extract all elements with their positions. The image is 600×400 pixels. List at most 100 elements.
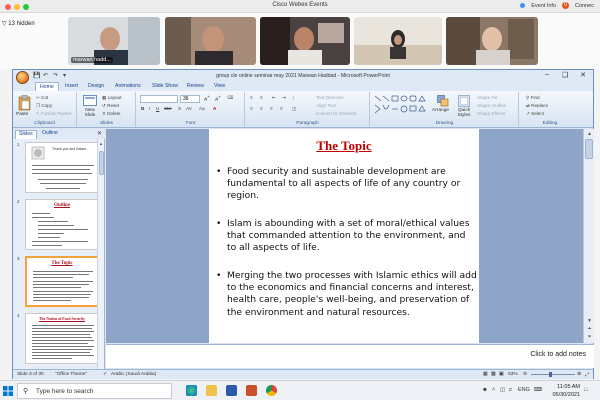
increase-indent-icon[interactable]: ⇥ (282, 95, 286, 101)
convert-smartart-button[interactable]: Convert to SmartArt (316, 111, 357, 116)
shape-effects-button[interactable]: Shape Effects (477, 111, 506, 116)
zoom-slider[interactable] (531, 374, 575, 375)
tab-slide-show[interactable]: Slide Show (152, 83, 178, 89)
fit-to-window-icon[interactable]: ⤢ (585, 372, 589, 378)
tab-insert[interactable]: Insert (65, 83, 78, 89)
event-info-button[interactable]: Event Info (531, 3, 556, 9)
tab-view[interactable]: View (214, 83, 225, 89)
zoom-slider-thumb[interactable] (549, 372, 552, 377)
quick-styles-button[interactable]: Quick Styles (455, 108, 473, 118)
office-button[interactable] (16, 71, 29, 84)
find-button[interactable]: ⚲ Find (526, 95, 540, 101)
restore-icon[interactable]: ❑ (557, 71, 573, 79)
windows-start-icon[interactable] (3, 386, 13, 396)
chrome-icon[interactable] (266, 385, 277, 396)
justify-icon[interactable]: ≡ (280, 106, 283, 111)
scroll-up-icon[interactable]: ▲ (585, 130, 594, 138)
format-painter-button[interactable]: ✎ Format Painter (36, 111, 72, 117)
notification-badge[interactable]: 0 (562, 2, 570, 9)
copy-button[interactable]: ❐ Copy (36, 103, 52, 109)
store-icon[interactable] (226, 385, 237, 396)
decrease-indent-icon[interactable]: ⇤ (272, 95, 276, 101)
bullets-icon[interactable]: ≡ (250, 95, 253, 100)
paste-icon[interactable] (18, 95, 32, 111)
paste-button[interactable]: Paste (16, 112, 28, 117)
normal-view-icon[interactable]: ▦ (483, 372, 488, 377)
file-explorer-icon[interactable] (206, 385, 217, 396)
scroll-up-icon[interactable]: ▲ (99, 141, 104, 146)
select-button[interactable]: ↗ Select (526, 111, 544, 117)
participant-tile[interactable] (260, 17, 350, 65)
notifications-icon[interactable]: □ (584, 387, 587, 393)
quick-styles-icon[interactable] (458, 95, 470, 107)
notes-placeholder[interactable]: Click to add notes (530, 351, 586, 358)
network-icon[interactable]: ◫ (500, 387, 505, 393)
slide-scrollbar[interactable]: ▲ ▼ ⏶ ⏷ (583, 129, 594, 343)
next-slide-icon[interactable]: ⏷ (585, 333, 594, 341)
language-indicator[interactable]: ENG (518, 387, 530, 393)
panel-scrollbar[interactable]: ▲ (97, 139, 104, 369)
layout-button[interactable]: ▦ Layout (102, 95, 121, 101)
delete-slide-button[interactable]: ✕ Delete (102, 111, 120, 117)
language-indicator[interactable]: Arabic (Saudi Arabia) (111, 372, 156, 377)
arrange-button[interactable]: Arrange (432, 108, 449, 113)
close-icon[interactable]: ✕ (575, 71, 591, 79)
slide-bullet[interactable]: • Islam is abounding with a set of moral… (216, 218, 478, 268)
close-panel-icon[interactable]: ✕ (97, 130, 102, 137)
columns-icon[interactable]: ◫ (292, 106, 296, 112)
panel-scroll-thumb[interactable] (99, 151, 104, 175)
participant-tile[interactable] (354, 17, 442, 65)
slide-bullet[interactable]: • Food security and sustainable developm… (216, 166, 478, 216)
underline-button[interactable]: U (156, 106, 159, 111)
participant-tile[interactable] (446, 17, 538, 65)
sorter-view-icon[interactable]: ▩ (491, 372, 496, 377)
clear-formatting-icon[interactable]: ⌫ (227, 95, 234, 101)
spacing-icon[interactable]: AV (186, 106, 192, 111)
align-text-button[interactable]: Align Text (316, 103, 336, 108)
powerpoint-taskbar-icon[interactable] (246, 385, 257, 396)
align-right-icon[interactable]: ≡ (270, 106, 273, 111)
slide-scroll-thumb[interactable] (585, 139, 593, 159)
taskbar-search-box[interactable]: ⚲ Type here to search (17, 383, 172, 399)
slide-title[interactable]: The Topic (209, 138, 479, 154)
scroll-down-icon[interactable]: ▼ (585, 317, 594, 325)
connect-button[interactable]: Connec (575, 3, 594, 9)
cut-button[interactable]: ✂ Cut (36, 95, 48, 101)
previous-slide-icon[interactable]: ⏶ (585, 325, 594, 333)
zoom-level[interactable]: 53% (508, 372, 518, 377)
shapes-gallery-icon[interactable] (374, 95, 428, 115)
current-slide[interactable]: The Topic • Food security and sustainabl… (209, 129, 479, 343)
shrink-font-button[interactable]: A˅ (215, 95, 221, 102)
tray-chevron-icon[interactable]: ˄ (492, 387, 495, 393)
numbering-icon[interactable]: ≡ (260, 95, 263, 100)
keyboard-icon[interactable]: ⌨ (534, 387, 542, 393)
font-size-field[interactable]: 36 (180, 95, 200, 103)
hidden-participants-label[interactable]: ▽ 13 hidden (2, 20, 35, 27)
font-color-button[interactable]: A (213, 106, 216, 111)
new-slide-button[interactable]: New Slide (80, 108, 100, 118)
reset-button[interactable]: ↺ Reset (102, 103, 119, 109)
line-spacing-icon[interactable]: ↕ (292, 95, 294, 100)
notes-pane[interactable]: Click to add notes (106, 344, 594, 368)
replace-button[interactable]: ⇄ Replace (526, 103, 548, 109)
tab-design[interactable]: Design (88, 83, 104, 89)
zoom-out-icon[interactable]: ⊖ (523, 372, 527, 377)
text-direction-button[interactable]: Text Direction (316, 95, 344, 100)
align-left-icon[interactable]: ≡ (250, 106, 253, 111)
grow-font-button[interactable]: A˄ (204, 95, 210, 102)
tab-home[interactable]: Home (35, 82, 59, 91)
tab-review[interactable]: Review (187, 83, 204, 89)
zoom-in-icon[interactable]: ⊕ (577, 372, 581, 377)
font-name-field[interactable] (140, 95, 178, 103)
shape-fill-button[interactable]: Shape Fill (477, 95, 497, 100)
shadow-button[interactable]: S (178, 106, 181, 111)
system-clock[interactable]: 11:05 AM 05/30/2021 (552, 383, 580, 399)
participant-tile[interactable]: marwan hadd... (68, 17, 160, 65)
tab-outline[interactable]: Outline (39, 130, 61, 136)
arrange-icon[interactable] (437, 95, 449, 107)
shape-outline-button[interactable]: Shape Outline (477, 103, 506, 108)
new-slide-icon[interactable] (83, 95, 97, 107)
participant-tile[interactable] (165, 17, 256, 65)
spellcheck-icon[interactable]: ✓ (103, 372, 107, 377)
slide-bullet[interactable]: • Merging the two processes with Islamic… (216, 270, 478, 338)
